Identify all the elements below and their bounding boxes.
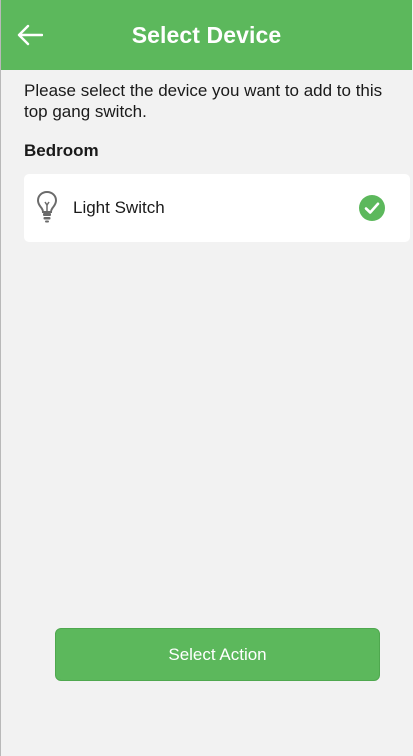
arrow-left-icon <box>17 24 43 46</box>
room-heading: Bedroom <box>24 141 99 160</box>
app-screen: Select Device Please select the device y… <box>0 0 412 756</box>
page-title: Select Device <box>131 21 282 48</box>
back-button[interactable] <box>9 14 51 56</box>
instructions-text: Please select the device you want to add… <box>24 81 383 121</box>
device-label: Light Switch <box>73 198 165 217</box>
header-bar: Select Device <box>1 0 412 70</box>
lightbulb-icon <box>36 190 58 223</box>
device-item-light-switch[interactable]: Light Switch <box>24 174 410 242</box>
check-circle-icon <box>359 195 385 221</box>
select-action-button[interactable]: Select Action <box>55 628 380 681</box>
